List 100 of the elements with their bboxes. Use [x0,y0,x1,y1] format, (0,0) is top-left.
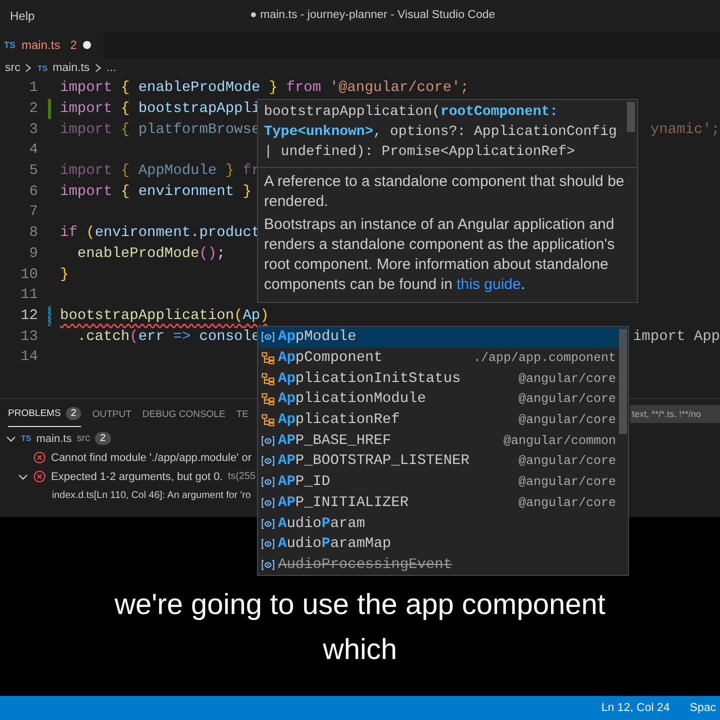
function-description: Bootstraps an instance of an Angular application and renders a standalone component as the application's root component. More information about standalone components can be found in this guide. [264,215,616,295]
variable-icon [261,454,275,468]
suggestion-item[interactable]: APP_ID @angular/core [258,472,628,492]
error-icon [33,451,46,464]
unsaved-dot-icon[interactable] [82,41,91,49]
class-icon [261,413,275,428]
suggestion-item[interactable]: AppComponent ./app/app.component [258,348,628,368]
window-title: ● main.ts - journey-planner - Visual Studio Code [250,9,496,21]
line-number: 7 [28,204,38,220]
count-badge: 2 [95,432,111,445]
suggestion-item[interactable]: AudioParam [258,513,628,534]
problem-folder: src [76,433,90,444]
panel-tab[interactable]: PROBLEMS 2 [8,402,82,426]
line-number: 13 [20,328,38,345]
class-icon [261,372,275,386]
problem-file[interactable]: main.ts [36,432,72,444]
line-number: 12 [20,308,38,324]
module-path: @angular/core [518,475,616,490]
tab-filename: main.ts [22,38,60,52]
line-number: 9 [28,246,38,262]
count-badge: 2 [66,407,82,420]
line-number: 4 [28,142,38,158]
variable-icon [261,496,275,510]
line-number: 11 [20,287,38,304]
panel-tab[interactable]: TE [236,402,248,426]
suggestion-label: APP_BASE_HREF [278,432,392,449]
error-icon [33,470,46,483]
suggestion-item[interactable]: AudioParamMap [258,534,628,555]
help-menu[interactable]: Help [0,9,35,23]
variable-icon [261,537,275,552]
indentation-status[interactable]: Spac [690,702,716,714]
problem-message[interactable]: Expected 1-2 arguments, but got 0. [51,470,223,482]
suggestion-label: ApplicationRef [278,412,400,428]
suggestion-label: APP_ID [278,474,330,490]
suggestion-item[interactable]: ApplicationRef @angular/core [258,410,628,430]
caption-text: we're going to use the app component [114,588,606,623]
module-path: @angular/core [518,496,616,510]
parameter-description: A reference to a standalone component that should be rendered. [264,172,626,212]
related-info[interactable]: index.d.ts[Ln 110, Col 46]: An argument for 'ro [52,490,251,501]
panel-tab[interactable]: OUTPUT [92,402,132,426]
guide-link[interactable]: this guide [456,276,521,293]
suggestion-label: AudioParamMap [278,536,392,552]
line-number: 10 [20,266,38,283]
panel-tab-label: OUTPUT [92,408,132,420]
breadcrumb-folder[interactable]: src [5,62,20,74]
suggestion-item[interactable]: ApplicationModule @angular/core [258,389,628,410]
line-number: 5 [28,163,38,180]
breadcrumb-more[interactable]: ... [106,62,116,74]
suggestion-label: AudioProcessingEvent [278,556,452,573]
code-line: bootstrapApplication(Ap) [60,308,269,324]
line-number: 6 [28,184,38,200]
code-line: import { enableProdMode } from '@angular/core'; [60,80,470,96]
class-icon [261,351,275,366]
code-line: } [60,266,69,283]
module-path: @angular/common [503,434,616,448]
suggestion-item[interactable]: AppModule [258,327,628,348]
code-line: enableProdMode(); [76,246,226,262]
scrollbar-thumb[interactable] [619,329,627,434]
module-path: @angular/core [518,413,616,428]
suggestion-label: ApplicationInitStatus [278,370,461,387]
scrollbar-thumb[interactable] [627,102,635,132]
chevron-icon[interactable] [6,434,16,444]
suggestion-label: ApplicationModule [278,391,426,408]
line-number: 8 [28,225,38,242]
line-number: 14 [20,349,38,366]
suggestion-item[interactable]: APP_BASE_HREF @angular/common [258,430,628,452]
module-path: ./app/app.component [473,351,616,366]
code-line: import { platformBrowse [60,122,260,138]
panel-tab-label: PROBLEMS [8,408,61,419]
variable-icon [261,330,275,344]
line-number: 2 [28,101,38,118]
module-path: @angular/core [518,372,616,386]
problem-message[interactable]: Cannot find module './app/app.module' or [51,452,252,464]
class-icon [261,392,275,406]
chevron-icon[interactable] [18,472,28,482]
variable-icon [261,516,275,531]
suggestion-item[interactable]: AudioProcessingEvent [258,554,628,576]
module-path: @angular/core [518,392,616,406]
chevron-icon [25,63,32,73]
change-marker[interactable] [48,306,50,326]
code-line: import { environment } [60,184,252,200]
panel-tab[interactable]: DEBUG CONSOLE [142,402,226,426]
change-marker[interactable] [48,98,50,120]
variable-icon [261,558,275,572]
typescript-file-icon: TS [21,434,32,443]
editor-tab[interactable]: TS main.ts 2 [0,32,103,58]
code-line: if (environment.product [60,225,260,242]
problem-count: 2 [70,38,77,52]
typescript-file-icon: TS [37,64,48,72]
filter-field[interactable]: text, **/*.ts, !**/no [630,405,720,423]
variable-icon [261,434,275,448]
breadcrumb-file[interactable]: main.ts [52,62,90,74]
caption-text: which [322,633,398,668]
suggestion-label: AppModule [278,329,356,346]
suggestion-item[interactable]: APP_INITIALIZER @angular/core [258,492,628,514]
suggestion-label: APP_INITIALIZER [278,494,409,511]
suggestion-label: APP_BOOTSTRAP_LISTENER [278,453,470,470]
suggestion-item[interactable]: APP_BOOTSTRAP_LISTENER @angular/core [258,451,628,472]
cursor-position[interactable]: Ln 12, Col 24 [601,702,670,714]
suggestion-item[interactable]: ApplicationInitStatus @angular/core [258,368,628,390]
